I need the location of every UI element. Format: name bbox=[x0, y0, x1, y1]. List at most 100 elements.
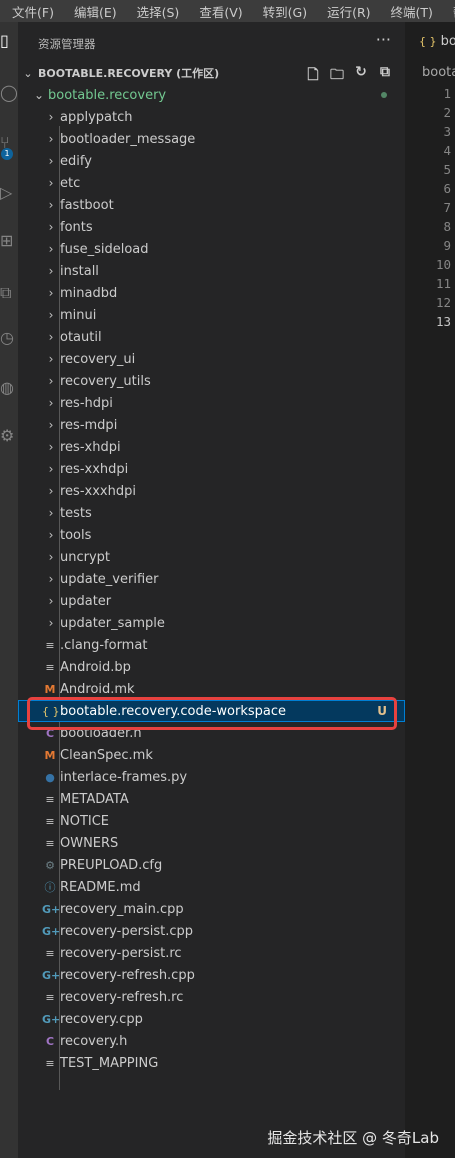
tree-item-label: README.md bbox=[60, 879, 141, 895]
settings-icon[interactable]: ⚙ bbox=[0, 425, 18, 447]
json-brace-icon: { } bbox=[419, 35, 437, 48]
chevron-down-icon: ⌄ bbox=[33, 88, 45, 102]
tree-file[interactable]: G+ recovery-refresh.cpp bbox=[18, 964, 405, 986]
tree-folder[interactable]: › res-hdpi bbox=[18, 392, 405, 414]
tree-folder[interactable]: › tools bbox=[18, 524, 405, 546]
tree-file[interactable]: Crecovery.h bbox=[18, 1030, 405, 1052]
tree-folder[interactable]: › otautil bbox=[18, 326, 405, 348]
tree-folder[interactable]: › minui bbox=[18, 304, 405, 326]
tree-file[interactable]: G+ recovery-persist.cpp bbox=[18, 920, 405, 942]
search-icon[interactable]: ◯ bbox=[0, 82, 18, 104]
tree-item-label: OWNERS bbox=[60, 835, 119, 851]
text-file-icon: ≡ bbox=[45, 814, 55, 828]
menu-bar: 文件(F)编辑(E)选择(S)查看(V)转到(G)运行(R)终端(T)帮助(H) bbox=[0, 0, 455, 22]
chevron-right-icon: › bbox=[48, 242, 54, 256]
remote-icon[interactable]: ⧉ bbox=[0, 282, 18, 304]
more-actions-icon[interactable]: ··· bbox=[376, 30, 391, 49]
menu-item[interactable]: 运行(R) bbox=[315, 2, 378, 21]
explorer-icon[interactable]: ▯ bbox=[0, 30, 18, 52]
tree-item-label: NOTICE bbox=[60, 813, 110, 829]
tree-file[interactable]: G+ recovery.cpp bbox=[18, 1008, 405, 1030]
tree-folder[interactable]: › recovery_utils bbox=[18, 370, 405, 392]
cpp-file-icon: G+ bbox=[42, 924, 61, 938]
tree-item-label: update_verifier bbox=[60, 571, 159, 587]
tree-file[interactable]: ≡ Android.bp bbox=[18, 656, 405, 678]
editor-tab[interactable]: { } boot bbox=[405, 22, 455, 57]
tree-file[interactable]: ≡ recovery-persist.rc bbox=[18, 942, 405, 964]
tree-folder[interactable]: › res-xhdpi bbox=[18, 436, 405, 458]
tree-file[interactable]: ≡ TEST_MAPPING bbox=[18, 1052, 405, 1074]
tree-folder[interactable]: › minadbd bbox=[18, 282, 405, 304]
tree-folder[interactable]: › edify bbox=[18, 150, 405, 172]
tree-file[interactable]: ⓘ README.md bbox=[18, 876, 405, 898]
tree-folder[interactable]: › recovery_ui bbox=[18, 348, 405, 370]
tree-item-label: install bbox=[60, 263, 99, 279]
config-file-icon: ⚙ bbox=[45, 858, 55, 872]
tree-item-label: PREUPLOAD.cfg bbox=[60, 857, 163, 873]
test-icon[interactable]: ◷ bbox=[0, 327, 18, 349]
chevron-right-icon: › bbox=[48, 484, 54, 498]
tree-folder[interactable]: › fonts bbox=[18, 216, 405, 238]
tree-file[interactable]: M CleanSpec.mk bbox=[18, 744, 405, 766]
tree-item-label: res-xhdpi bbox=[60, 439, 121, 455]
modified-dot-icon bbox=[381, 92, 387, 98]
chevron-right-icon: › bbox=[48, 572, 54, 586]
tree-folder[interactable]: › res-mdpi bbox=[18, 414, 405, 436]
tree-folder[interactable]: › bootloader_message bbox=[18, 128, 405, 150]
tree-folder[interactable]: › updater_sample bbox=[18, 612, 405, 634]
tree-item-label: updater bbox=[60, 593, 112, 609]
tree-item-label: recovery.h bbox=[60, 1033, 128, 1049]
tree-folder[interactable]: › uncrypt bbox=[18, 546, 405, 568]
tree-folder[interactable]: › install bbox=[18, 260, 405, 282]
menu-item[interactable]: 选择(S) bbox=[125, 2, 188, 21]
text-file-icon: ≡ bbox=[45, 990, 55, 1004]
tree-file[interactable]: ≡ METADATA bbox=[18, 788, 405, 810]
tree-folder[interactable]: › etc bbox=[18, 172, 405, 194]
chevron-down-icon: ⌄ bbox=[23, 66, 33, 80]
tree-file[interactable]: ≡ .clang-format bbox=[18, 634, 405, 656]
c-header-icon: C bbox=[45, 1034, 55, 1048]
accounts-icon[interactable]: ◍ bbox=[0, 377, 18, 399]
highlight-annotation bbox=[27, 697, 397, 730]
chevron-right-icon: › bbox=[48, 264, 54, 278]
tree-folder[interactable]: › tests bbox=[18, 502, 405, 524]
menu-item[interactable]: 文件(F) bbox=[0, 2, 62, 21]
line-number: 3 bbox=[443, 124, 451, 139]
makefile-icon: M bbox=[44, 682, 56, 696]
menu-item[interactable]: 帮助(H) bbox=[441, 2, 455, 21]
tree-folder[interactable]: › res-xxxhdpi bbox=[18, 480, 405, 502]
breadcrumb[interactable]: bootab bbox=[422, 65, 455, 80]
tree-folder[interactable]: › updater bbox=[18, 590, 405, 612]
tree-file[interactable]: ≡ OWNERS bbox=[18, 832, 405, 854]
makefile-icon: M bbox=[44, 748, 56, 762]
text-file-icon: ≡ bbox=[45, 638, 55, 652]
menu-item[interactable]: 转到(G) bbox=[251, 2, 315, 21]
tree-item-label: recovery-persist.rc bbox=[60, 945, 182, 961]
tree-file[interactable]: G+ recovery_main.cpp bbox=[18, 898, 405, 920]
tree-item-label: res-mdpi bbox=[60, 417, 118, 433]
tree-file[interactable]: ⚙ PREUPLOAD.cfg bbox=[18, 854, 405, 876]
tree-folder[interactable]: › applypatch bbox=[18, 106, 405, 128]
tree-file[interactable]: ≡ recovery-refresh.rc bbox=[18, 986, 405, 1008]
tree-root-folder[interactable]: ⌄ bootable.recovery bbox=[18, 84, 405, 106]
tree-folder[interactable]: › fuse_sideload bbox=[18, 238, 405, 260]
cpp-file-icon: G+ bbox=[42, 1012, 61, 1026]
line-number-gutter: 1 2 3 4 5 6 7 8 9 10 11 12 13 bbox=[405, 84, 451, 331]
tree-folder[interactable]: › fastboot bbox=[18, 194, 405, 216]
editor-area: { } boot bootab 12345678910111213 bbox=[405, 22, 455, 1158]
run-debug-icon[interactable]: ▷ bbox=[0, 182, 18, 204]
menu-item[interactable]: 查看(V) bbox=[187, 2, 250, 21]
tree-folder[interactable]: › res-xxhdpi bbox=[18, 458, 405, 480]
tree-file[interactable]: ● interlace-frames.py bbox=[18, 766, 405, 788]
tree-folder[interactable]: › update_verifier bbox=[18, 568, 405, 590]
workspace-header[interactable]: ⌄ BOOTABLE.RECOVERY (工作区) 🗋 🗀 ↻ ⧉ bbox=[18, 62, 405, 84]
menu-item[interactable]: 编辑(E) bbox=[62, 2, 125, 21]
tree-file[interactable]: ≡ NOTICE bbox=[18, 810, 405, 832]
tree-item-label: bootloader_message bbox=[60, 131, 196, 147]
tree-item-label: fuse_sideload bbox=[60, 241, 149, 257]
extensions-icon[interactable]: ⊞ bbox=[0, 230, 18, 252]
chevron-right-icon: › bbox=[48, 506, 54, 520]
menu-item[interactable]: 终端(T) bbox=[379, 2, 441, 21]
python-file-icon: ● bbox=[45, 770, 55, 784]
tree-item-label: recovery_ui bbox=[60, 351, 136, 367]
